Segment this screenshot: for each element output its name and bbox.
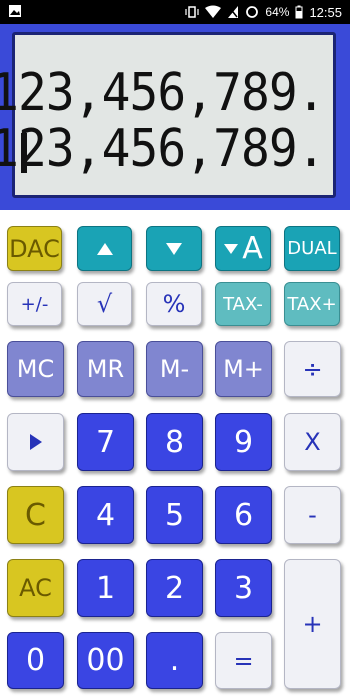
digit-5-button[interactable]: 5 [146, 486, 203, 544]
decimal-label: . [169, 643, 180, 678]
double-zero-label: 00 [86, 643, 125, 678]
memory-readout: 123,456,789. [0, 63, 326, 123]
mr-button[interactable]: MR [77, 341, 134, 397]
triangle-down-icon [166, 242, 182, 255]
vibrate-icon [185, 6, 200, 18]
gallery-icon [9, 5, 21, 17]
sync-icon [246, 6, 259, 18]
digit-4-label: 4 [95, 497, 116, 533]
digit-2-label: 2 [164, 570, 185, 606]
tax-minus-button[interactable]: TAX- [215, 282, 271, 326]
tax-minus-label: TAX- [223, 293, 263, 315]
digit-3-button[interactable]: 3 [215, 559, 272, 617]
digit-8-button[interactable]: 8 [146, 413, 203, 471]
digit-9-label: 9 [233, 424, 254, 460]
minus-button[interactable]: - [284, 486, 341, 544]
all-clear-button[interactable]: AC [7, 559, 64, 617]
digit-7-label: 7 [95, 424, 116, 460]
tax-plus-label: TAX+ [287, 293, 337, 315]
clock-time: 12:55 [309, 4, 342, 20]
digit-0-button[interactable]: 0 [7, 632, 64, 689]
main-readout: 123,456,789. [0, 119, 326, 179]
dual-button-label: DUAL [287, 238, 337, 259]
clear-button[interactable]: C [7, 486, 64, 544]
digit-1-label: 1 [95, 570, 116, 606]
triangle-up-icon [96, 242, 113, 255]
equals-label: = [233, 646, 254, 675]
divide-label: ÷ [302, 355, 323, 383]
status-bar: 64% 12:55 [0, 0, 350, 24]
plus-button[interactable]: + [284, 559, 341, 689]
digit-6-button[interactable]: 6 [215, 486, 272, 544]
plus-minus-button[interactable]: +/- [7, 282, 62, 326]
mc-button[interactable]: MC [7, 341, 64, 397]
mc-label: MC [16, 355, 55, 383]
step-a-button[interactable]: A [215, 226, 271, 271]
equals-button[interactable]: = [215, 632, 272, 689]
digit-5-label: 5 [164, 497, 185, 533]
step-down-button[interactable] [146, 226, 202, 271]
m-minus-button[interactable]: M- [146, 341, 203, 397]
plus-minus-label: +/- [20, 293, 49, 315]
clear-label: C [25, 497, 46, 533]
digit-3-label: 3 [233, 570, 254, 606]
m-minus-label: M- [159, 355, 190, 383]
battery-level: 64% [265, 5, 290, 19]
mr-label: MR [86, 355, 125, 383]
step-a-label: A [242, 231, 263, 266]
tax-plus-button[interactable]: TAX+ [284, 282, 340, 326]
step-up-button[interactable] [77, 226, 132, 271]
minus-label: - [308, 501, 317, 529]
digit-4-button[interactable]: 4 [77, 486, 134, 544]
play-button[interactable] [7, 413, 64, 471]
wifi-icon [205, 5, 222, 18]
no-sim-icon [228, 6, 239, 18]
play-icon [29, 434, 42, 450]
dac-button[interactable]: DAC [7, 226, 62, 271]
percent-button[interactable]: % [146, 282, 202, 326]
all-clear-label: AC [19, 574, 52, 602]
double-zero-button[interactable]: 00 [77, 632, 134, 689]
display-screen: 123,456,789. 123,456,789. [0, 32, 336, 198]
decimal-button[interactable]: . [146, 632, 203, 689]
battery-icon [295, 5, 303, 19]
m-plus-button[interactable]: M+ [215, 341, 272, 397]
dac-button-label: DAC [9, 234, 60, 263]
multiply-label: X [304, 428, 321, 456]
divide-button[interactable]: ÷ [284, 341, 341, 397]
plus-label: + [302, 610, 323, 638]
digit-0-label: 0 [25, 643, 46, 678]
sqrt-label: √ [96, 290, 113, 318]
digit-7-button[interactable]: 7 [77, 413, 134, 471]
digit-1-button[interactable]: 1 [77, 559, 134, 617]
digit-9-button[interactable]: 9 [215, 413, 272, 471]
digit-2-button[interactable]: 2 [146, 559, 203, 617]
digit-8-label: 8 [164, 424, 185, 460]
sqrt-button[interactable]: √ [77, 282, 132, 326]
digit-6-label: 6 [233, 497, 254, 533]
dual-button[interactable]: DUAL [284, 226, 340, 271]
triangle-down-icon [224, 243, 239, 254]
m-plus-label: M+ [223, 355, 264, 383]
multiply-button[interactable]: X [284, 413, 341, 471]
percent-label: % [162, 290, 186, 318]
